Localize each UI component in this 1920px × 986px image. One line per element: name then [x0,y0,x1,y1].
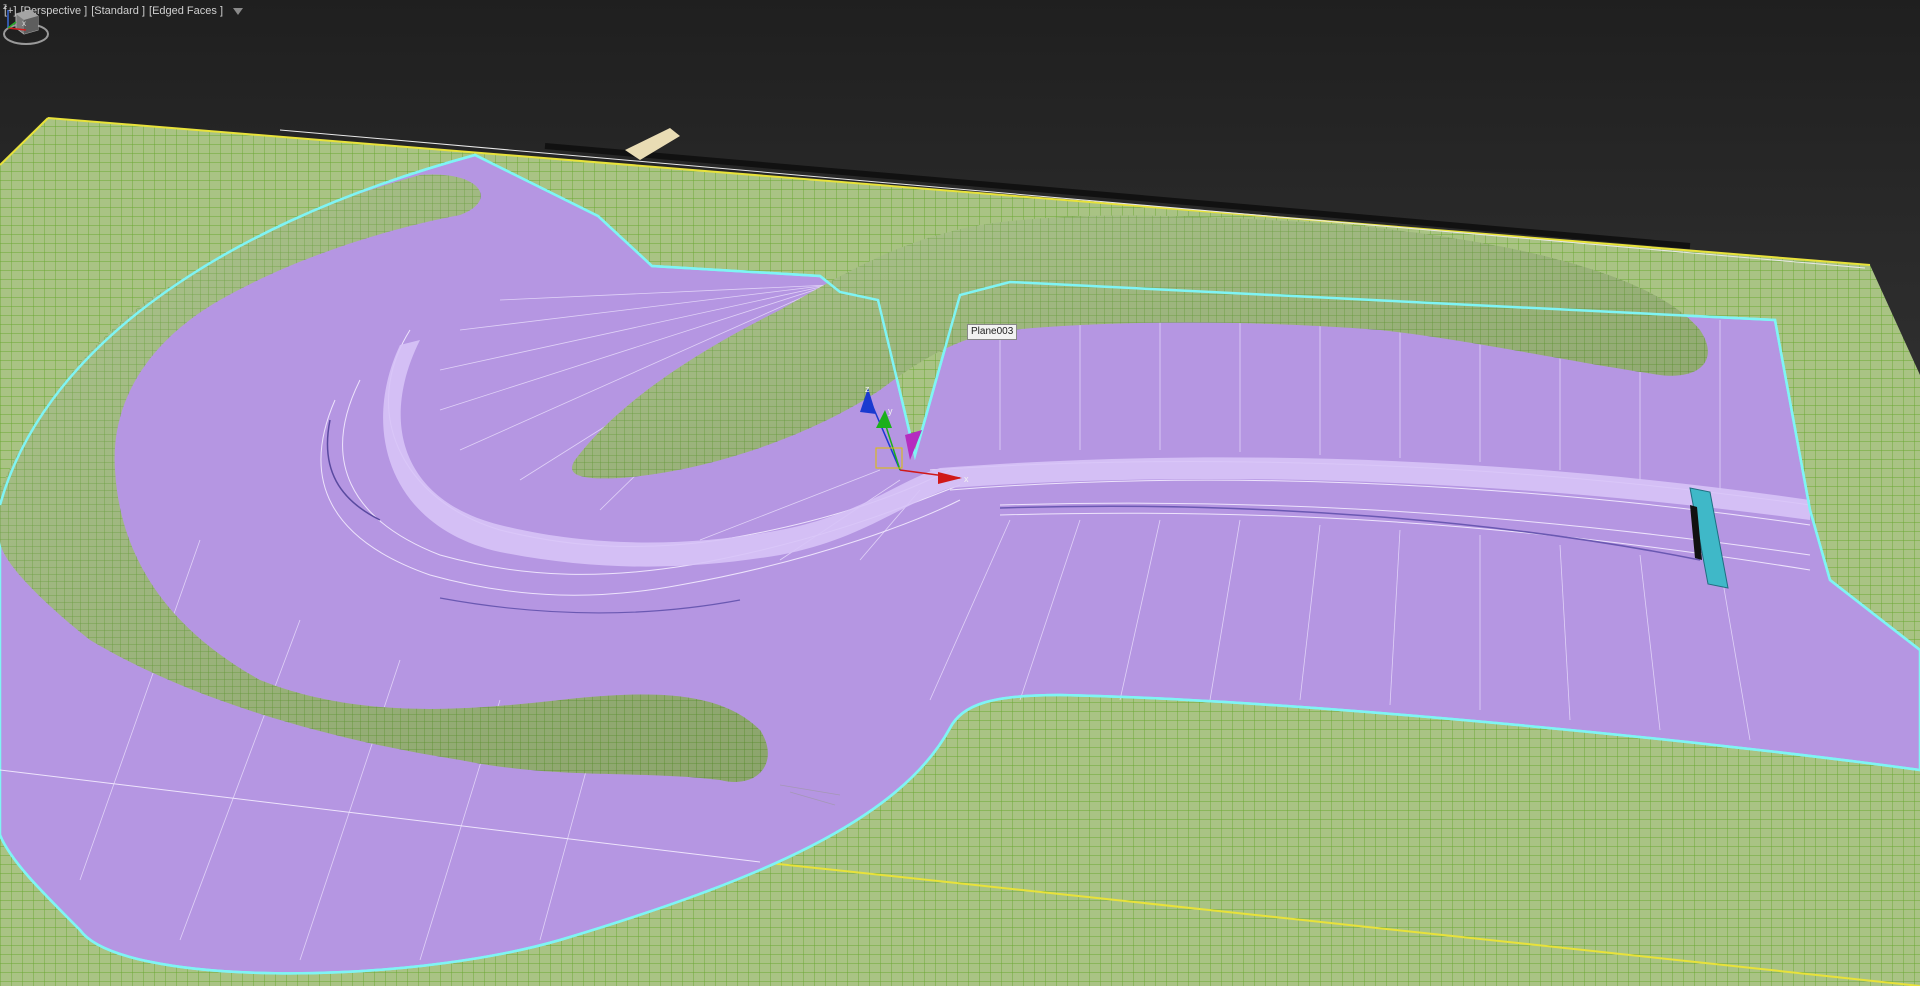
gizmo-z-label: z [865,384,870,394]
gizmo-x-label: x [964,474,969,484]
viewport-shading-standard-menu[interactable]: [Standard ] [91,5,145,17]
corner-x-label: x [22,19,26,28]
axis-tripod-icon: z x [3,2,27,31]
gizmo-y-label: y [888,406,893,416]
viewport-shading-mode-menu[interactable]: [Edged Faces ] [149,5,223,17]
perspective-viewport[interactable]: x z y [+] [Perspective ] [Standard ] [Ed… [0,0,1920,986]
funnel-icon[interactable] [233,7,244,15]
corner-z-label: z [3,2,7,11]
scene-render[interactable]: x z y [0,0,1920,986]
object-tooltip: Plane003 [967,324,1018,340]
